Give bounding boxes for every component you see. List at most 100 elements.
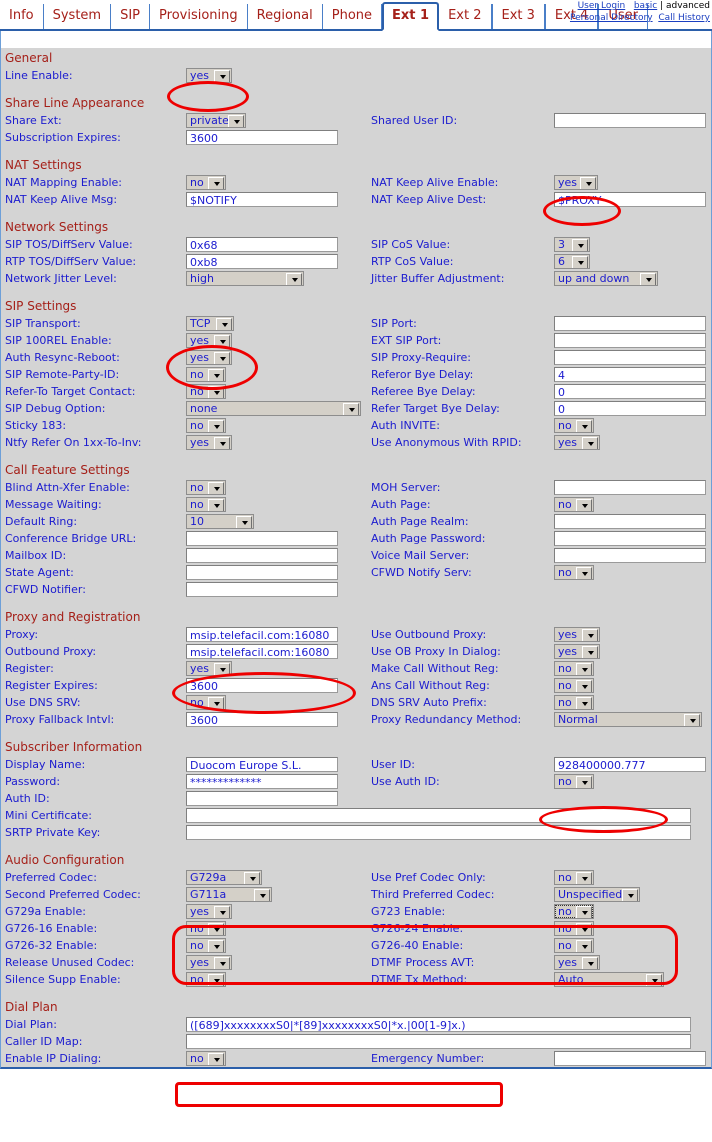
input-proxy-fallback-intvl[interactable]: 3600 — [186, 712, 338, 727]
select-g726-40-enable[interactable]: no — [554, 938, 594, 953]
select-default-ring[interactable]: 10 — [186, 514, 254, 529]
select-dns-srv-auto-prefix[interactable]: no — [554, 695, 594, 710]
input-outbound-proxy[interactable]: msip.telefacil.com:16080 — [186, 644, 338, 659]
select-register[interactable]: yes — [186, 661, 232, 676]
select-use-ob-proxy-in-dialog[interactable]: yes — [554, 644, 600, 659]
select-preferred-codec[interactable]: G729a — [186, 870, 262, 885]
input-referee-bye-delay[interactable]: 0 — [554, 384, 706, 399]
select-enable-ip-dialing[interactable]: no — [186, 1051, 226, 1066]
select-use-anonymous-with-rpid[interactable]: yes — [554, 435, 600, 450]
input-user-id[interactable]: 928400000.777 — [554, 757, 706, 772]
input-emergency-number[interactable] — [554, 1051, 706, 1066]
input-auth-id[interactable] — [186, 791, 338, 806]
input-moh-server[interactable] — [554, 480, 706, 495]
label-password: Password: — [5, 775, 60, 788]
select-cfwd-notify-serv[interactable]: no — [554, 565, 594, 580]
select-g726-32-enable[interactable]: no — [186, 938, 226, 953]
input-nat-keep-alive-dest[interactable]: $PROXY — [554, 192, 706, 207]
select-sticky-183[interactable]: no — [186, 418, 226, 433]
input-ext-sip-port[interactable] — [554, 333, 706, 348]
select-value: no — [558, 662, 572, 675]
select-use-outbound-proxy[interactable]: yes — [554, 627, 600, 642]
row-cfwd-notifier: CFWD Notifier: — [1, 581, 711, 598]
select-use-auth-id[interactable]: no — [554, 774, 594, 789]
input-conference-bridge-url[interactable] — [186, 531, 338, 546]
input-password[interactable]: ************* — [186, 774, 338, 789]
input-state-agent[interactable] — [186, 565, 338, 580]
tab-system[interactable]: System — [44, 4, 111, 29]
select-auth-page[interactable]: no — [554, 497, 594, 512]
select-refer-to-target-contact[interactable]: no — [186, 384, 226, 399]
input-dial-plan[interactable]: ([689]xxxxxxxxS0|*[89]xxxxxxxxS0|*x.|00[… — [186, 1017, 691, 1032]
input-subscription-expires[interactable]: 3600 — [186, 130, 338, 145]
select-sip-transport[interactable]: TCP — [186, 316, 234, 331]
select-use-dns-srv[interactable]: no — [186, 695, 226, 710]
input-mailbox-id[interactable] — [186, 548, 338, 563]
tab-ext-2[interactable]: Ext 2 — [439, 4, 491, 29]
input-rtp-tos[interactable]: 0xb8 — [186, 254, 338, 269]
select-sip-100rel[interactable]: yes — [186, 333, 232, 348]
input-nat-keep-alive-msg[interactable]: $NOTIFY — [186, 192, 338, 207]
link-call-history[interactable]: Call History — [658, 13, 710, 23]
input-proxy[interactable]: msip.telefacil.com:16080 — [186, 627, 338, 642]
select-line-enable[interactable]: yes — [186, 68, 232, 83]
select-proxy-redundancy-method[interactable]: Normal — [554, 712, 702, 727]
select-value: yes — [190, 662, 209, 675]
select-g723-enable[interactable]: no — [554, 904, 594, 919]
select-message-waiting[interactable]: no — [186, 497, 226, 512]
select-auth-invite[interactable]: no — [554, 418, 594, 433]
select-sip-cos[interactable]: 3 — [554, 237, 590, 252]
select-second-preferred-codec[interactable]: G711a — [186, 887, 272, 902]
input-register-expires[interactable]: 3600 — [186, 678, 338, 693]
tab-ext-3[interactable]: Ext 3 — [492, 4, 545, 29]
select-value: no — [190, 368, 204, 381]
select-ntfy-refer-on-1xx[interactable]: yes — [186, 435, 232, 450]
select-g726-24-enable[interactable]: no — [554, 921, 594, 936]
select-sip-remote-party-id[interactable]: no — [186, 367, 226, 382]
tab-phone[interactable]: Phone — [323, 4, 382, 29]
select-jitter-buffer-adjustment[interactable]: up and down — [554, 271, 658, 286]
select-sip-debug-option[interactable]: none — [186, 401, 361, 416]
link-advanced[interactable]: advanced — [666, 1, 710, 11]
select-make-call-without-reg[interactable]: no — [554, 661, 594, 676]
input-sip-proxy-require[interactable] — [554, 350, 706, 365]
tab-info[interactable]: Info — [0, 4, 44, 29]
select-network-jitter-level[interactable]: high — [186, 271, 304, 286]
select-g726-16-enable[interactable]: no — [186, 921, 226, 936]
select-use-pref-codec-only[interactable]: no — [554, 870, 594, 885]
select-nat-keep-alive-enable[interactable]: yes — [554, 175, 598, 190]
tab-provisioning[interactable]: Provisioning — [150, 4, 248, 29]
select-silence-supp-enable[interactable]: no — [186, 972, 226, 987]
input-sip-port[interactable] — [554, 316, 706, 331]
input-referor-bye-delay[interactable]: 4 — [554, 367, 706, 382]
tab-sip[interactable]: SIP — [111, 4, 150, 29]
input-auth-page-realm[interactable] — [554, 514, 706, 529]
select-release-unused-codec[interactable]: yes — [186, 955, 232, 970]
select-ans-call-without-reg[interactable]: no — [554, 678, 594, 693]
select-dtmf-process-avt[interactable]: yes — [554, 955, 600, 970]
link-basic[interactable]: basic — [634, 1, 657, 11]
input-srtp-private-key[interactable] — [186, 825, 691, 840]
select-blind-attn-xfer[interactable]: no — [186, 480, 226, 495]
select-nat-mapping-enable[interactable]: no — [186, 175, 226, 190]
input-refer-target-bye-delay[interactable]: 0 — [554, 401, 706, 416]
tab-ext-1[interactable]: Ext 1 — [382, 2, 439, 31]
select-value: up and down — [558, 272, 629, 285]
input-caller-id-map[interactable] — [186, 1034, 691, 1049]
input-display-name[interactable]: Duocom Europe S.L. — [186, 757, 338, 772]
select-dtmf-tx-method[interactable]: Auto — [554, 972, 664, 987]
input-shared-user-id[interactable] — [554, 113, 706, 128]
select-g729a-enable[interactable]: yes — [186, 904, 232, 919]
select-auth-resync-reboot[interactable]: yes — [186, 350, 232, 365]
input-mini-certificate[interactable] — [186, 808, 691, 823]
input-cfwd-notifier[interactable] — [186, 582, 338, 597]
input-voice-mail-server[interactable] — [554, 548, 706, 563]
input-auth-page-password[interactable] — [554, 531, 706, 546]
select-third-preferred-codec[interactable]: Unspecified — [554, 887, 640, 902]
select-share-ext[interactable]: private — [186, 113, 246, 128]
tab-regional[interactable]: Regional — [248, 4, 323, 29]
link-personal-directory[interactable]: Personal Directory — [570, 13, 653, 23]
select-rtp-cos[interactable]: 6 — [554, 254, 590, 269]
input-sip-tos[interactable]: 0x68 — [186, 237, 338, 252]
link-user-login[interactable]: User Login — [578, 1, 626, 11]
